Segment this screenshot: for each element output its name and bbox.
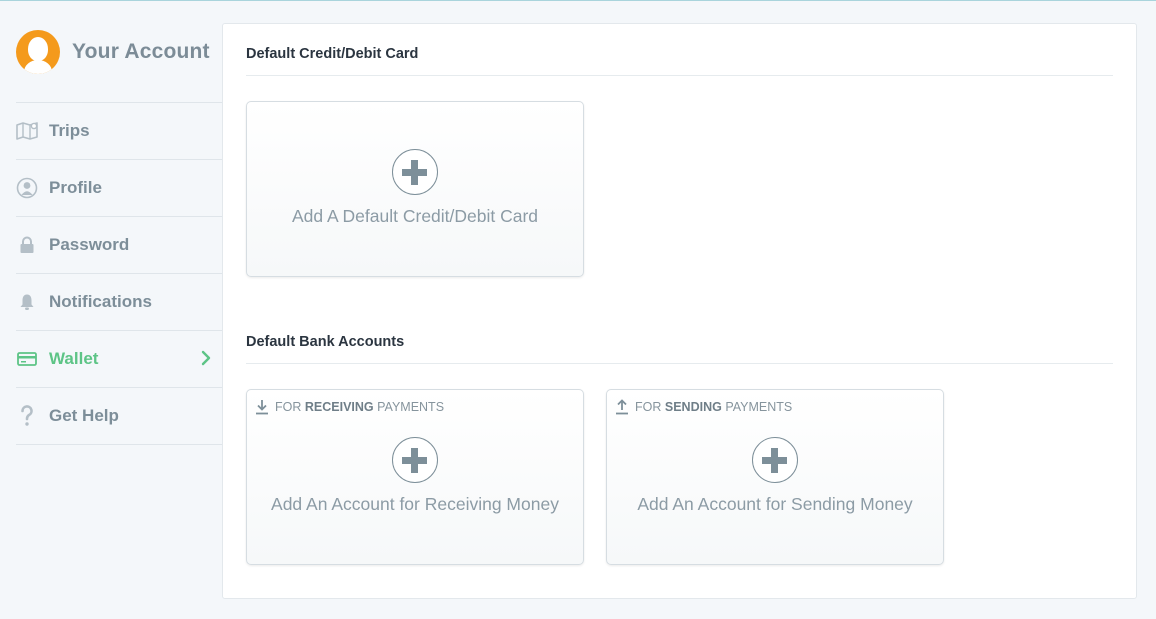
- tag-bold: RECEIVING: [304, 400, 374, 414]
- add-receiving-label: Add An Account for Receiving Money: [271, 494, 559, 514]
- account-title: Your Account: [72, 39, 210, 63]
- sending-tag: FOR SENDING PAYMENTS: [615, 399, 792, 415]
- sidebar-item-password[interactable]: Password: [16, 217, 223, 274]
- plus-circle-icon: [392, 149, 438, 195]
- sidebar-item-label: Get Help: [49, 406, 119, 425]
- add-sending-account-button[interactable]: FOR SENDING PAYMENTS Add An Account for …: [606, 389, 944, 565]
- sidebar-item-label: Password: [49, 235, 130, 254]
- account-header: Your Account: [16, 1, 223, 103]
- tag-suffix: PAYMENTS: [377, 400, 445, 414]
- tag-prefix: FOR: [635, 400, 662, 414]
- tag-suffix: PAYMENTS: [725, 400, 793, 414]
- section-divider: [246, 363, 1113, 364]
- sidebar-item-get-help[interactable]: Get Help: [16, 388, 223, 445]
- question-icon: [16, 405, 38, 427]
- download-icon: [255, 399, 269, 415]
- sidebar-item-label: Wallet: [49, 349, 99, 368]
- map-icon: [16, 120, 38, 142]
- sidebar-item-profile[interactable]: Profile: [16, 160, 223, 217]
- sidebar-item-notifications[interactable]: Notifications: [16, 274, 223, 331]
- lock-icon: [16, 234, 38, 256]
- credit-section-title: Default Credit/Debit Card: [246, 46, 419, 62]
- add-receiving-account-button[interactable]: FOR RECEIVING PAYMENTS Add An Account fo…: [246, 389, 584, 565]
- chevron-right-icon: [201, 350, 211, 371]
- sidebar-item-label: Notifications: [49, 292, 152, 311]
- tag-bold: SENDING: [664, 400, 722, 414]
- sidebar-item-wallet[interactable]: Wallet: [16, 331, 223, 388]
- plus-circle-icon: [392, 437, 438, 483]
- bank-section-title: Default Bank Accounts: [246, 334, 405, 350]
- tag-prefix: FOR: [275, 400, 302, 414]
- sidebar-item-trips[interactable]: Trips: [16, 103, 223, 160]
- section-divider: [246, 75, 1113, 76]
- account-sidebar: Your Account Trips Profile Password Noti…: [16, 1, 223, 445]
- upload-icon: [615, 399, 629, 415]
- credit-card-icon: [16, 348, 38, 370]
- add-card-label: Add A Default Credit/Debit Card: [291, 206, 539, 226]
- plus-circle-icon: [752, 437, 798, 483]
- add-sending-label: Add An Account for Sending Money: [637, 494, 913, 514]
- user-circle-icon: [16, 177, 38, 199]
- avatar: [16, 29, 60, 74]
- bell-icon: [16, 291, 38, 313]
- sidebar-item-label: Trips: [49, 121, 90, 140]
- sidebar-item-label: Profile: [49, 178, 102, 197]
- add-credit-card-button[interactable]: Add A Default Credit/Debit Card: [246, 101, 584, 277]
- receiving-tag: FOR RECEIVING PAYMENTS: [255, 399, 444, 415]
- wallet-panel: Default Credit/Debit Card Add A Default …: [222, 23, 1137, 599]
